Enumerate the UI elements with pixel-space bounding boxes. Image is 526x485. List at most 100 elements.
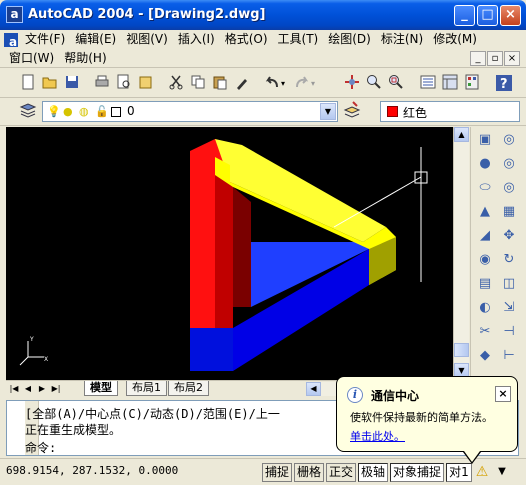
zoom-realtime-icon[interactable] <box>364 74 384 94</box>
pan-icon[interactable] <box>342 74 362 94</box>
mirror-icon[interactable]: ◎ <box>499 155 519 173</box>
menu-modify[interactable]: 修改(M) <box>428 30 482 48</box>
communication-center-warning-icon[interactable]: ⚠ <box>472 462 492 482</box>
coordinate-display[interactable]: 698.9154, 287.1532, 0.0000 <box>6 464 178 477</box>
layers-toolbar: 💡 ● ◍ 🔓 0 ▼ 红色 <box>0 98 526 126</box>
move-icon[interactable]: ✥ <box>499 227 519 245</box>
balloon-message: 使软件保持最新的简单方法。 <box>350 411 493 424</box>
menu-insert[interactable]: 插入(I) <box>173 30 220 48</box>
menu-format[interactable]: 格式(O) <box>220 30 273 48</box>
grid-toggle[interactable]: 栅格 <box>294 463 324 482</box>
minimize-button[interactable]: _ <box>454 5 475 26</box>
tab-layout1[interactable]: 布局1 <box>126 381 167 396</box>
layer-vp-freeze-icon[interactable]: ◍ <box>79 105 89 118</box>
ortho-toggle[interactable]: 正交 <box>326 463 356 482</box>
balloon-link[interactable]: 单击此处。 <box>350 428 405 444</box>
scrollbar-thumb[interactable] <box>454 343 469 357</box>
snap-toggle[interactable]: 捕捉 <box>262 463 292 482</box>
preview-icon[interactable] <box>114 74 134 94</box>
scale-icon[interactable]: ◫ <box>499 275 519 293</box>
wedge-icon[interactable]: ◢ <box>475 227 495 245</box>
matchprop-icon[interactable] <box>232 74 252 94</box>
cut-icon[interactable] <box>166 74 186 94</box>
doc-close-button[interactable]: × <box>504 51 520 66</box>
rotate-icon[interactable]: ↻ <box>499 251 519 269</box>
extend-icon[interactable]: ⊢ <box>499 347 519 365</box>
menu-draw[interactable]: 绘图(D) <box>323 30 376 48</box>
tool-palette-icon[interactable] <box>462 74 482 94</box>
trim-icon[interactable]: ⊣ <box>499 323 519 341</box>
menu-file[interactable]: 文件(F) <box>20 30 70 48</box>
layer-color-swatch <box>111 107 121 117</box>
cylinder-icon[interactable]: ⬭ <box>475 179 495 197</box>
drawing-area[interactable]: Y X <box>6 127 453 380</box>
layer-combo-dropdown-icon[interactable]: ▼ <box>320 103 336 120</box>
help-icon[interactable]: ? <box>494 74 514 94</box>
osnap-toggle[interactable]: 对象捕捉 <box>390 463 444 482</box>
menu-row-2: 窗口(W) 帮助(H) <box>4 49 112 67</box>
menu-row-1: a 文件(F) 编辑(E) 视图(V) 插入(I) 格式(O) 工具(T) 绘图(D) 标注(N… <box>4 30 482 49</box>
layer-on-icon[interactable]: 💡 <box>47 105 61 118</box>
svg-text:X: X <box>44 356 48 363</box>
redo-dropdown-icon[interactable]: ▾ <box>308 74 318 94</box>
layer-lock-icon[interactable]: 🔓 <box>95 105 109 118</box>
design-center-icon[interactable] <box>440 74 460 94</box>
doc-minimize-button[interactable]: _ <box>470 51 486 66</box>
tab-last-icon[interactable]: ▶| <box>50 382 62 395</box>
polar-toggle[interactable]: 极轴 <box>358 463 388 482</box>
publish-icon[interactable] <box>136 74 156 94</box>
save-icon[interactable] <box>62 74 82 94</box>
layer-manager-icon[interactable] <box>18 101 38 121</box>
scroll-up-icon[interactable]: ▲ <box>454 127 469 142</box>
balloon-close-button[interactable]: × <box>495 386 511 402</box>
3d-box-icon[interactable]: ▣ <box>475 131 495 149</box>
menu-dimension[interactable]: 标注(N) <box>376 30 428 48</box>
command-prompt[interactable]: 命令: <box>25 439 56 456</box>
tab-prev-icon[interactable]: ◀ <box>22 382 34 395</box>
slice-icon[interactable]: ✂ <box>475 323 495 341</box>
section-icon[interactable]: ◆ <box>475 347 495 365</box>
tab-next-icon[interactable]: ▶ <box>36 382 48 395</box>
doc-restore-button[interactable]: ▫ <box>487 51 503 66</box>
menu-tools[interactable]: 工具(T) <box>273 30 324 48</box>
close-button[interactable]: × <box>500 5 521 26</box>
array-icon[interactable]: ▦ <box>499 203 519 221</box>
properties-icon[interactable] <box>418 74 438 94</box>
autocad-app-icon[interactable]: a <box>6 6 23 23</box>
cone-icon[interactable]: ▲ <box>475 203 495 221</box>
scroll-left-icon[interactable]: ◀ <box>306 382 321 396</box>
open-icon[interactable] <box>40 74 60 94</box>
torus-icon[interactable]: ◉ <box>475 251 495 269</box>
communication-center-balloon: i 通信中心 × 使软件保持最新的简单方法。 单击此处。 <box>336 376 518 464</box>
layer-combo[interactable]: 💡 ● ◍ 🔓 0 ▼ <box>42 101 338 122</box>
document-icon[interactable]: a <box>4 32 18 49</box>
maximize-button[interactable]: □ <box>477 5 498 26</box>
extrude-icon[interactable]: ▤ <box>475 275 495 293</box>
copy-icon[interactable] <box>188 74 208 94</box>
color-combo[interactable]: 红色 <box>380 101 520 122</box>
menu-edit[interactable]: 编辑(E) <box>70 30 121 48</box>
copy-object-icon[interactable]: ◎ <box>499 131 519 149</box>
undo-dropdown-icon[interactable]: ▾ <box>278 74 288 94</box>
vertical-scrollbar[interactable]: ▲ ▼ <box>453 127 469 380</box>
otrack-toggle[interactable]: 对1 <box>446 463 472 482</box>
menu-help[interactable]: 帮助(H) <box>59 49 111 67</box>
revolve-icon[interactable]: ◐ <box>475 299 495 317</box>
tab-first-icon[interactable]: |◀ <box>8 382 20 395</box>
print-icon[interactable] <box>92 74 112 94</box>
make-layer-current-icon[interactable] <box>342 101 362 121</box>
menu-window[interactable]: 窗口(W) <box>4 49 59 67</box>
menu-view[interactable]: 视图(V) <box>121 30 173 48</box>
new-icon[interactable] <box>18 74 38 94</box>
status-menu-arrow-icon[interactable]: ▼ <box>492 462 512 482</box>
stretch-icon[interactable]: ⇲ <box>499 299 519 317</box>
tab-model[interactable]: 模型 <box>84 381 118 396</box>
tab-layout2[interactable]: 布局2 <box>168 381 209 396</box>
info-icon: i <box>347 387 363 403</box>
layer-freeze-icon[interactable]: ● <box>63 105 73 118</box>
zoom-window-icon[interactable] <box>386 74 406 94</box>
sphere-icon[interactable]: ● <box>475 155 495 173</box>
offset-icon[interactable]: ◎ <box>499 179 519 197</box>
paste-icon[interactable] <box>210 74 230 94</box>
crosshair-rubberband <box>333 176 422 228</box>
